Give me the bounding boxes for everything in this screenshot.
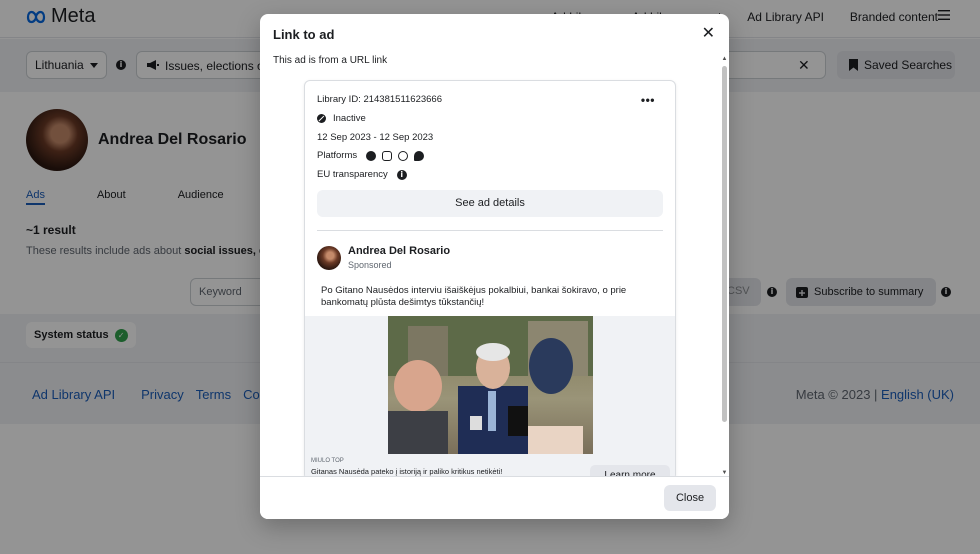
link-caption: MIULO TOP [311,458,344,464]
eu-transparency-label: EU transparency [317,169,388,180]
card-divider [317,230,663,231]
messenger-icon [414,150,425,161]
dialog-title: Link to ad [273,27,335,42]
dialog-footer: Close [260,476,729,519]
instagram-icon [382,150,393,161]
ad-status: Inactive [317,113,366,124]
ad-status-label: Inactive [333,113,366,124]
eu-transparency: EU transparency i [317,169,407,180]
link-to-ad-dialog: Link to ad ✕ This ad is from a URL link … [260,14,729,519]
ad-card: Library ID: 214381511623666 ••• Inactive… [304,80,676,476]
platform-icons [366,150,425,161]
facebook-icon [366,150,377,161]
inactive-icon [317,114,326,123]
ad-body-text: Po Gitano Nausėdos interviu išaiškėjus p… [321,285,627,308]
sponsored-label: Sponsored [348,260,392,270]
more-options-icon[interactable]: ••• [641,93,655,107]
see-ad-details-button[interactable]: See ad details [317,190,663,217]
platforms-label: Platforms [317,150,358,161]
ad-link-footer[interactable]: MIULO TOP Gitanas Nausėda pateko į istor… [305,454,675,476]
learn-more-button[interactable]: Learn more [590,465,670,476]
close-button[interactable]: Close [664,485,716,511]
ad-media[interactable] [305,316,675,454]
dialog-scrollbar[interactable]: ▲ ▼ [721,56,728,476]
eu-info-icon[interactable]: i [396,169,407,180]
ad-author: Andrea Del Rosario Sponsored [317,245,450,270]
author-name[interactable]: Andrea Del Rosario [348,245,450,257]
ad-platforms: Platforms [317,150,425,161]
close-icon[interactable]: ✕ [702,26,715,42]
ad-image[interactable] [388,316,593,454]
dialog-subtitle: This ad is from a URL link [273,55,388,66]
scroll-thumb[interactable] [722,66,727,422]
ad-image-illustration [388,316,593,454]
scroll-up-icon[interactable]: ▲ [721,56,728,62]
audience-network-icon [398,150,409,161]
author-avatar[interactable] [317,245,341,270]
library-id: Library ID: 214381511623666 [317,94,443,105]
ad-dates: 12 Sep 2023 - 12 Sep 2023 [317,132,434,143]
dialog-body: Library ID: 214381511623666 ••• Inactive… [260,70,729,476]
link-title: Gitanas Nausėda pateko į istoriją ir pal… [311,467,503,476]
